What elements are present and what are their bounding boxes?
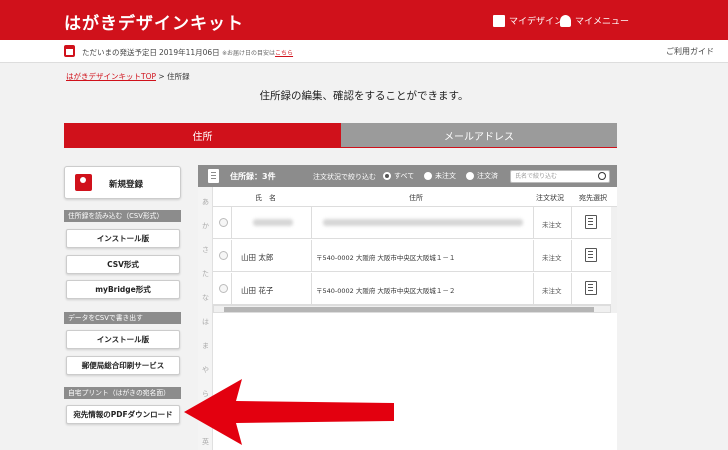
- calendar-icon: [64, 45, 75, 57]
- filter-all-radio[interactable]: すべて: [383, 171, 414, 181]
- table-row[interactable]: 山田 花子 〒540-0002 大阪府 大阪市中央区大阪城１－２ 未注文: [213, 273, 611, 305]
- import-install-button[interactable]: インストール版: [66, 229, 180, 248]
- radio-icon: [466, 172, 474, 180]
- row-checkbox[interactable]: [219, 218, 228, 227]
- row-name: 山田 太郎: [241, 253, 274, 262]
- col-order-status: 注文状況: [536, 194, 564, 202]
- delivery-note: ※お届け日の目安はこちら: [222, 48, 293, 57]
- radio-selected-icon: [383, 172, 391, 180]
- address-book-icon: [208, 169, 219, 183]
- kana-index-item[interactable]: ま: [198, 341, 213, 351]
- vertical-scrollbar[interactable]: [611, 207, 617, 313]
- filter-ordered-label: 注文済: [477, 172, 498, 180]
- name-search-input[interactable]: 氏名で絞り込む: [510, 170, 610, 183]
- table-row[interactable]: 山田 太郎 〒540-0002 大阪府 大阪市中央区大阪城１－１ 未注文: [213, 240, 611, 272]
- my-design-label: マイデザイン: [509, 17, 564, 27]
- kana-index-item[interactable]: さ: [198, 245, 213, 255]
- breadcrumb-top-link[interactable]: はがきデザインキットTOP: [66, 72, 156, 81]
- col-recipient: 宛先選択: [579, 194, 607, 202]
- row-checkbox[interactable]: [219, 251, 228, 260]
- header-bar: はがきデザインキット マイデザイン マイメニュー: [0, 0, 728, 40]
- filter-unordered-radio[interactable]: 未注文: [424, 171, 456, 181]
- delivery-note-text: ※お届け日の目安は: [222, 50, 276, 57]
- col-address: 住所: [409, 194, 423, 202]
- filter-all-label: すべて: [394, 172, 415, 180]
- row-address: 〒540-0002 大阪府 大阪市中央区大阪城１－２: [316, 287, 456, 295]
- kana-index-item[interactable]: や: [198, 365, 213, 375]
- delivery-note-link[interactable]: こちら: [275, 50, 293, 57]
- print-heading: 自宅プリント（はがきの宛名面）: [64, 387, 181, 399]
- add-person-icon: [75, 174, 92, 191]
- breadcrumb: はがきデザインキットTOP > 住所録: [66, 71, 190, 82]
- filter-ordered-radio[interactable]: 注文済: [466, 171, 498, 181]
- pdf-download-button[interactable]: 宛先情報のPDFダウンロード: [66, 405, 180, 424]
- horizontal-scrollbar[interactable]: [213, 305, 611, 313]
- tab-underline: [64, 147, 617, 148]
- row-name: 山田 花子: [241, 286, 274, 295]
- page-title: 住所録の編集、確認をすることができます。: [259, 90, 469, 102]
- my-design-link[interactable]: マイデザイン: [493, 14, 563, 27]
- search-icon[interactable]: [598, 172, 606, 180]
- blurred-address: [323, 219, 523, 226]
- breadcrumb-current: 住所録: [167, 72, 190, 81]
- col-name: 氏 名: [255, 194, 276, 202]
- breadcrumb-separator: >: [158, 72, 165, 81]
- site-logo[interactable]: はがきデザインキット: [64, 9, 244, 34]
- new-entry-button[interactable]: 新規登録: [64, 166, 181, 199]
- table-row[interactable]: 未注文: [213, 207, 611, 239]
- record-count: 住所録：3件: [230, 172, 276, 181]
- shipping-bar: ただいまの発送予定日 2019年11月06日 ※お届け日の目安はこちら ご利用ガ…: [0, 40, 728, 63]
- kana-index-item[interactable]: あ: [198, 197, 213, 207]
- kana-index-item[interactable]: か: [198, 221, 213, 231]
- radio-icon: [424, 172, 432, 180]
- import-heading: 住所録を読み込む（CSV形式）: [64, 210, 181, 222]
- order-status: 未注文: [542, 287, 562, 295]
- recipient-select-icon[interactable]: [585, 248, 597, 262]
- export-heading: データをCSVで書き出す: [64, 312, 181, 324]
- filter-label: 注文状況で絞り込む: [313, 173, 376, 181]
- import-mybridge-button[interactable]: myBridge形式: [66, 280, 180, 299]
- kana-index-item[interactable]: な: [198, 293, 213, 303]
- export-install-button[interactable]: インストール版: [66, 330, 180, 349]
- order-status: 未注文: [542, 221, 562, 229]
- blurred-name: [253, 219, 293, 226]
- order-status: 未注文: [542, 254, 562, 262]
- search-placeholder: 氏名で絞り込む: [515, 173, 558, 180]
- table-header: 氏 名 住所 注文状況 宛先選択: [213, 187, 617, 207]
- scrollbar-thumb[interactable]: [224, 307, 594, 312]
- my-menu-link[interactable]: マイメニュー: [560, 14, 629, 27]
- new-entry-label: 新規登録: [109, 180, 144, 190]
- tab-address[interactable]: 住所: [64, 123, 341, 147]
- recipient-select-icon[interactable]: [585, 215, 597, 229]
- person-icon: [560, 14, 571, 27]
- row-checkbox[interactable]: [219, 284, 228, 293]
- import-csv-button[interactable]: CSV形式: [66, 255, 180, 274]
- table-toolbar: 住所録：3件 注文状況で絞り込む すべて 未注文 注文済 氏名で絞り込む: [198, 165, 617, 187]
- export-postoffice-button[interactable]: 郵便局総合印刷サービス: [66, 356, 180, 375]
- kana-index-item[interactable]: た: [198, 269, 213, 279]
- recipient-select-icon[interactable]: [585, 281, 597, 295]
- row-address: 〒540-0002 大阪府 大阪市中央区大阪城１－１: [316, 254, 456, 262]
- kana-index-item[interactable]: は: [198, 317, 213, 327]
- user-guide-link[interactable]: ご利用ガイド: [666, 46, 714, 57]
- shipping-date: 2019年11月06日: [159, 48, 220, 57]
- my-menu-label: マイメニュー: [575, 17, 630, 27]
- shipping-label: ただいまの発送予定日: [82, 48, 157, 57]
- design-icon: [493, 14, 505, 27]
- filter-unordered-label: 未注文: [435, 172, 456, 180]
- annotation-arrow-icon: [184, 379, 394, 445]
- tab-email[interactable]: メールアドレス: [341, 123, 617, 147]
